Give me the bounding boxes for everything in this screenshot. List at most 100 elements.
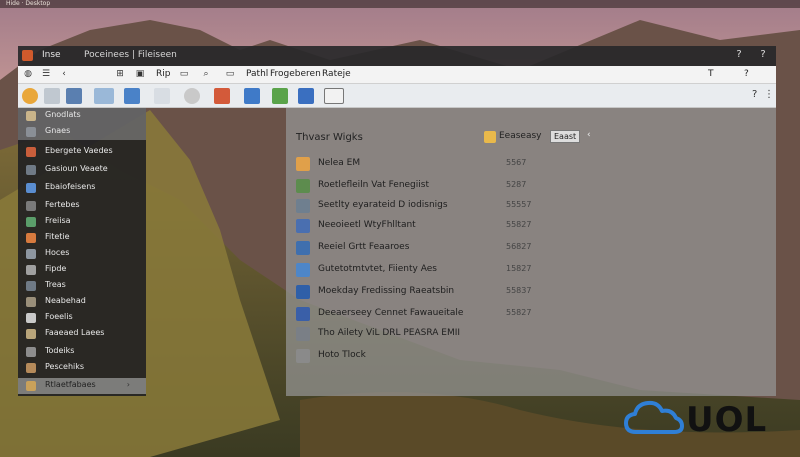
- folder-icon: [26, 363, 36, 373]
- file-name: Reeiel Grtt Feaaroes: [318, 242, 410, 252]
- sidebar-item-13[interactable]: Faaeaed Laees: [18, 326, 146, 342]
- star-icon: [484, 131, 496, 143]
- title-bar[interactable]: Inse Poceinees | Fileiseen ? ?: [18, 46, 776, 66]
- search-icon[interactable]: ⌕: [200, 68, 212, 80]
- file-size: 55827: [506, 308, 532, 317]
- edit-icon[interactable]: [214, 88, 230, 104]
- window-icon[interactable]: ▭: [178, 68, 190, 80]
- file-size: 5567: [506, 158, 527, 167]
- file-icon: [296, 307, 310, 321]
- file-name: Tho Ailety ViL DRL PEASRA EMII: [318, 328, 461, 338]
- close-button[interactable]: ?: [756, 49, 770, 60]
- file-name: Moekday Fredissing Raeatsbin: [318, 286, 455, 296]
- file-row[interactable]: Reeiel Grtt Feaaroes 56827: [294, 238, 754, 258]
- folder-icon: [26, 127, 36, 137]
- sidebar-item-0[interactable]: Gnodlats: [18, 108, 146, 124]
- sidebar-item-16[interactable]: Rtlaetfabaes ›: [18, 378, 146, 394]
- file-size: 55827: [506, 220, 532, 229]
- file-row[interactable]: Deeaerseey Cennet Fawaueitale 55827: [294, 304, 754, 324]
- folder-icon: [26, 265, 36, 275]
- menu-item-frogeberen[interactable]: Frogeberen: [270, 69, 321, 79]
- toolbar-help-mark[interactable]: ?: [752, 89, 757, 100]
- sidebar-item-label: Gnodlats: [45, 110, 81, 119]
- sidebar-item-label: Pescehiks: [45, 362, 85, 371]
- sidebar-item-9[interactable]: Fipde: [18, 262, 146, 278]
- chevron-right-icon[interactable]: ›: [127, 380, 130, 389]
- file-row[interactable]: Gutetotmtvtet, Fiienty Aes 15827: [294, 260, 754, 280]
- home-icon[interactable]: [22, 88, 38, 104]
- uol-logo: UOL: [624, 398, 774, 440]
- menu-item-rip[interactable]: Rip: [156, 69, 170, 79]
- filter-button[interactable]: Eaast: [550, 130, 581, 143]
- sidebar-item-8[interactable]: Hoces: [18, 246, 146, 262]
- window-subtitle: Poceinees | Fileiseen: [84, 50, 177, 60]
- globe-icon[interactable]: ◍: [22, 68, 34, 80]
- file-list-panel: Thvasr Wigks Eeaseasy Eaast ‹ Nelea EM 5…: [286, 108, 776, 396]
- sidebar-item-3[interactable]: Gasioun Veaete: [18, 162, 146, 178]
- folder-icon: [26, 313, 36, 323]
- file-row[interactable]: Nelea EM 5567: [294, 154, 754, 174]
- sidebar-item-label: Rtlaetfabaes: [45, 380, 96, 389]
- file-row[interactable]: Tho Ailety ViL DRL PEASRA EMII: [294, 324, 754, 344]
- network-icon[interactable]: [272, 88, 288, 104]
- sidebar-item-5[interactable]: Fertebes: [18, 198, 146, 214]
- file-size: 15827: [506, 264, 532, 273]
- file-name: Deeaerseey Cennet Fawaueitale: [318, 308, 464, 318]
- calendar-icon[interactable]: [124, 88, 140, 104]
- sidebar-item-7[interactable]: Fitetie: [18, 230, 146, 246]
- grid-icon[interactable]: ⊞: [114, 68, 126, 80]
- sidebar-item-2[interactable]: Ebergete Vaedes: [18, 144, 146, 160]
- desktop-top-label: Hide · Desktop: [6, 0, 51, 7]
- file-name: Seetlty eyarateid D iodisnigs: [318, 200, 448, 210]
- copy-icon[interactable]: [44, 88, 60, 104]
- folder-icon: [26, 297, 36, 307]
- sidebar-item-4[interactable]: Ebaiofeisens: [18, 180, 146, 196]
- sidebar-item-10[interactable]: Treas: [18, 278, 146, 294]
- menu-item-pathl[interactable]: Pathl: [246, 69, 268, 79]
- more-options-icon[interactable]: ⋮: [764, 89, 774, 100]
- folder-icon: [26, 217, 36, 227]
- sidebar-item-label: Foeelis: [45, 312, 73, 321]
- text-cursor-icon[interactable]: T: [708, 69, 714, 79]
- refresh-icon[interactable]: [244, 88, 260, 104]
- sidebar-item-label: Hoces: [45, 248, 70, 257]
- monitor-icon[interactable]: ▭: [224, 68, 236, 80]
- file-icon: [296, 179, 310, 193]
- sidebar-item-6[interactable]: Freiisa: [18, 214, 146, 230]
- file-row[interactable]: Moekday Fredissing Raeatsbin 55837: [294, 282, 754, 302]
- minimize-button[interactable]: ?: [732, 49, 746, 60]
- sidebar-item-14[interactable]: Todeiks: [18, 344, 146, 360]
- image-icon[interactable]: ▣: [134, 68, 146, 80]
- file-row[interactable]: Roetlefleiln Vat Fenegiist 5287: [294, 176, 754, 196]
- sidebar-item-label: Fitetie: [45, 232, 70, 241]
- sidebar-item-11[interactable]: Neabehad: [18, 294, 146, 310]
- sidebar: Gnodlats Gnaes Ebergete Vaedes Gasioun V…: [18, 108, 146, 396]
- help-mark[interactable]: ?: [744, 69, 749, 79]
- sidebar-item-1[interactable]: Gnaes: [18, 124, 146, 140]
- menu-icon[interactable]: ☰: [40, 68, 52, 80]
- folder-icon: [26, 147, 36, 157]
- document-icon[interactable]: [66, 88, 82, 104]
- chart-icon[interactable]: [324, 88, 344, 104]
- menu-item-rateje[interactable]: Rateje: [322, 69, 351, 79]
- share-icon[interactable]: [298, 88, 314, 104]
- panel-heading: Thvasr Wigks: [296, 132, 363, 143]
- folder-icon: [26, 249, 36, 259]
- window-title: Inse: [42, 50, 61, 60]
- file-size: 5287: [506, 180, 527, 189]
- filter-label: Eeaseasy: [499, 131, 542, 141]
- file-row[interactable]: Neeoieetl WtyFhlltant 55827: [294, 216, 754, 236]
- folder-icon: [26, 201, 36, 211]
- back-icon[interactable]: ‹: [58, 68, 70, 80]
- file-size: 56827: [506, 242, 532, 251]
- file-size: 55557: [506, 200, 532, 209]
- tool-bar: ? ⋮: [18, 84, 776, 108]
- panel-icon[interactable]: [154, 88, 170, 104]
- magnifier-icon[interactable]: [184, 88, 200, 104]
- file-row[interactable]: Seetlty eyarateid D iodisnigs 55557: [294, 196, 754, 216]
- sidebar-item-label: Fipde: [45, 264, 67, 273]
- sidebar-item-12[interactable]: Foeelis: [18, 310, 146, 326]
- file-row[interactable]: Hoto Tlock: [294, 346, 754, 366]
- monitor-tool-icon[interactable]: [94, 88, 114, 104]
- sidebar-item-15[interactable]: Pescehiks: [18, 360, 146, 376]
